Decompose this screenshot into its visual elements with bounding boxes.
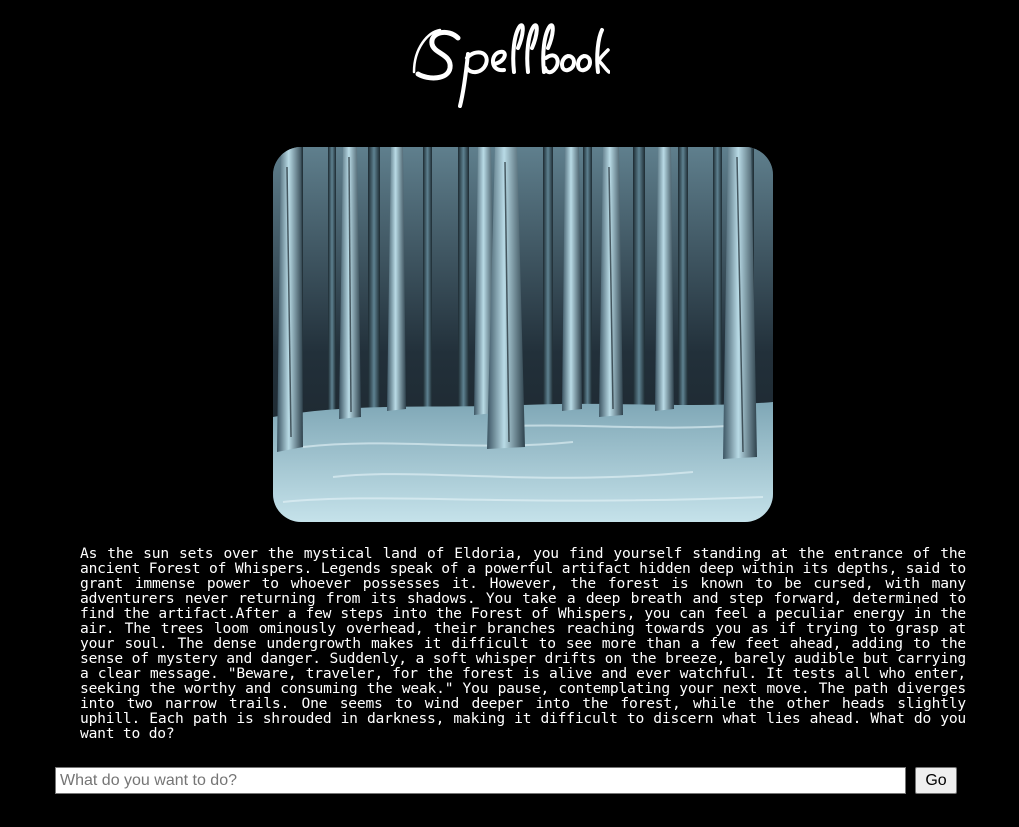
command-input[interactable] bbox=[55, 767, 906, 794]
forest-image-icon bbox=[273, 147, 773, 522]
go-button[interactable]: Go bbox=[915, 767, 957, 794]
story-text: As the sun sets over the mystical land o… bbox=[80, 545, 966, 742]
app-logo bbox=[0, 18, 1019, 118]
forest-scene-image bbox=[273, 147, 773, 522]
spellbook-logo-icon bbox=[412, 23, 610, 108]
command-bar: Go bbox=[55, 767, 958, 794]
